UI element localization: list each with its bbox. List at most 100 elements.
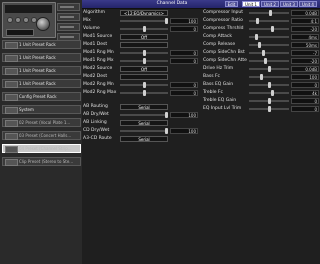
param-slider[interactable]	[249, 76, 289, 78]
param-value[interactable]: -20	[291, 58, 319, 64]
param-value[interactable]: 0	[170, 26, 198, 32]
param-value[interactable]: 100	[170, 18, 198, 24]
rack-item-label: Clip Preset (Stereo to Ste...	[19, 159, 74, 164]
param-value[interactable]: 0	[291, 98, 319, 104]
param-value[interactable]: 0	[170, 82, 198, 88]
slider-thumb[interactable]	[165, 112, 168, 118]
title-bar: Channel Data Edit Unit 1 Unit 2 Unit 3 Unit…	[82, 0, 320, 9]
slider-thumb[interactable]	[165, 128, 168, 134]
param-value[interactable]: 4:1	[291, 18, 319, 24]
rack-item[interactable]: 1 Unit Preset Rack	[2, 40, 81, 49]
param-row: EQ Input Lvl Trim 0	[202, 105, 320, 113]
slider-thumb[interactable]	[268, 98, 271, 104]
rack-item[interactable]: 1 Unit Preset Rack	[2, 79, 81, 88]
param-value[interactable]: -7	[291, 50, 319, 56]
param-slider[interactable]	[249, 60, 289, 62]
param-slider[interactable]	[120, 20, 168, 22]
param-label: Comp SideChn Bst	[203, 50, 245, 55]
param-select[interactable]: Serial	[120, 104, 168, 110]
param-select[interactable]: Off	[120, 34, 168, 40]
param-label: Compressor Input	[203, 10, 244, 15]
param-select[interactable]	[120, 74, 168, 80]
slider-thumb[interactable]	[264, 58, 267, 64]
device-thumbnail[interactable]	[2, 2, 56, 38]
device-lcd	[6, 29, 34, 36]
slider-thumb[interactable]	[268, 82, 271, 88]
rack-item-label: 03 Preset (Concert Halls...	[19, 133, 72, 138]
rack-action-icon[interactable]	[57, 3, 80, 11]
param-label: Algorithm	[83, 10, 106, 15]
rack-item[interactable]: 1 Unit Preset Rack	[2, 53, 81, 62]
rack-action-icon[interactable]	[57, 23, 80, 31]
param-value[interactable]: 4ms	[291, 34, 319, 40]
param-select[interactable]	[120, 42, 168, 48]
param-value[interactable]: 100	[291, 74, 319, 80]
edit-button[interactable]: Edit	[225, 1, 238, 7]
param-value[interactable]: 100	[170, 128, 198, 134]
rack-item[interactable]: System	[2, 105, 81, 114]
param-select[interactable]: <12:EQ/Dynamics>	[120, 10, 168, 16]
param-label: Mod2 Dest	[83, 74, 108, 79]
tab-unit-2[interactable]: Unit 2	[261, 1, 279, 7]
rack-item[interactable]: Clip Preset (Stereo to Ste...	[2, 157, 81, 166]
mini-knob-icon	[15, 17, 21, 23]
tab-unit-4[interactable]: Unit 4	[299, 1, 317, 7]
param-label: Bass EQ Gain	[203, 82, 234, 87]
param-label: Drive Hz Trim	[203, 66, 234, 71]
slider-thumb[interactable]	[143, 26, 146, 32]
param-value[interactable]: 0	[170, 90, 198, 96]
slider-thumb[interactable]	[262, 50, 265, 56]
slider-thumb[interactable]	[255, 34, 258, 40]
slider-thumb[interactable]	[271, 26, 274, 32]
param-slider[interactable]	[120, 130, 168, 132]
param-value[interactable]: 100	[170, 112, 198, 118]
param-slider[interactable]	[249, 44, 289, 46]
param-value[interactable]: 0.0dB	[291, 10, 319, 16]
param-slider[interactable]	[120, 114, 168, 116]
slider-thumb[interactable]	[143, 58, 146, 64]
rack-action-icon[interactable]	[57, 13, 80, 21]
param-value[interactable]: 0	[170, 50, 198, 56]
rack-item-icon	[5, 81, 18, 88]
slider-thumb[interactable]	[268, 66, 271, 72]
param-value[interactable]: -20	[291, 26, 319, 32]
rack-item[interactable]: 1 Unit Preset Rack	[2, 66, 81, 75]
param-value[interactable]: 0	[291, 82, 319, 88]
tab-unit-1[interactable]: Unit 1	[242, 1, 260, 7]
slider-thumb[interactable]	[260, 74, 263, 80]
slider-thumb[interactable]	[143, 90, 146, 96]
param-row: Drive Hz Trim 0.0dB	[202, 65, 320, 73]
param-row: Mod1 Rng Mn 0	[82, 49, 200, 57]
param-row: AB Dry/Wet 100	[82, 111, 200, 119]
param-select[interactable]: Off	[120, 66, 168, 72]
slider-thumb[interactable]	[269, 10, 272, 16]
slider-thumb[interactable]	[143, 82, 146, 88]
param-value[interactable]: 50ms	[291, 42, 319, 48]
slider-thumb[interactable]	[268, 106, 271, 112]
rack-item-icon	[5, 55, 18, 62]
param-select[interactable]: Serial	[120, 120, 168, 126]
param-slider[interactable]	[249, 28, 289, 30]
param-slider[interactable]	[249, 52, 289, 54]
slider-thumb[interactable]	[165, 18, 168, 24]
slider-thumb[interactable]	[258, 42, 261, 48]
rack-item-label: 02 Preset (Vocal Plate 1...	[19, 120, 71, 125]
param-slider[interactable]	[249, 92, 289, 94]
tab-unit-3[interactable]: Unit 3	[280, 1, 298, 7]
rack-item[interactable]: Config Preset Rack	[2, 92, 81, 101]
param-label: CD Dry/Wet	[83, 128, 110, 133]
rack-item[interactable]: 03 Preset (Concert Halls...	[2, 131, 81, 140]
param-select[interactable]: Serial	[120, 136, 168, 142]
param-value[interactable]: 0.0dB	[291, 66, 319, 72]
slider-thumb[interactable]	[271, 90, 274, 96]
device-mini-knobs	[6, 16, 38, 26]
slider-thumb[interactable]	[143, 50, 146, 56]
param-value[interactable]: 0	[170, 58, 198, 64]
param-slider[interactable]	[249, 20, 289, 22]
param-value[interactable]: 0	[291, 106, 319, 112]
param-value[interactable]: 4k	[291, 90, 319, 96]
rack-item[interactable]: 04 Preset (Channel Strip...	[2, 144, 81, 153]
param-row: Bass Fc 100	[202, 73, 320, 81]
slider-thumb[interactable]	[256, 18, 259, 24]
rack-item[interactable]: 02 Preset (Vocal Plate 1...	[2, 118, 81, 127]
